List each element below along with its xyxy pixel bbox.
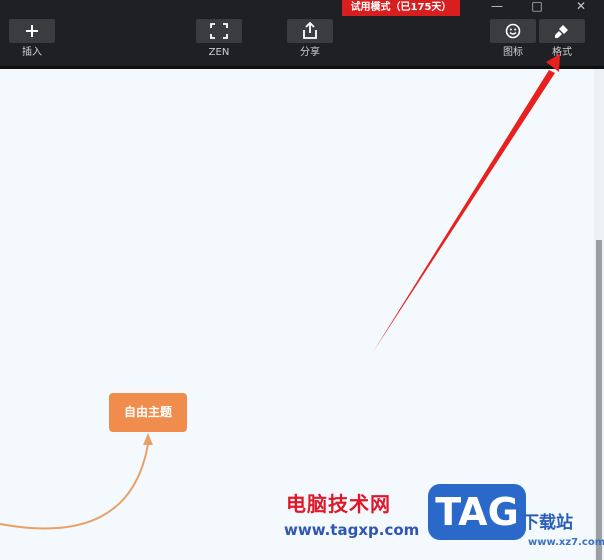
watermark-site-name: 电脑技术网 bbox=[286, 492, 391, 516]
watermark-download-url: www.xz7.com bbox=[528, 537, 604, 548]
watermark-download-title: 下载站 bbox=[522, 513, 573, 533]
connector-line bbox=[0, 443, 149, 530]
free-topic-node[interactable]: 自由主题 bbox=[109, 393, 187, 432]
connector-arrowhead bbox=[143, 433, 153, 445]
canvas-drawing bbox=[0, 54, 560, 530]
pointer-arrow-shaft bbox=[373, 70, 555, 352]
watermark-site-url: www.tagxp.com bbox=[284, 521, 420, 539]
pointer-arrow-head bbox=[546, 54, 560, 72]
watermark-tag-logo: TAG bbox=[428, 484, 526, 540]
scrollbar-thumb[interactable] bbox=[596, 240, 602, 560]
